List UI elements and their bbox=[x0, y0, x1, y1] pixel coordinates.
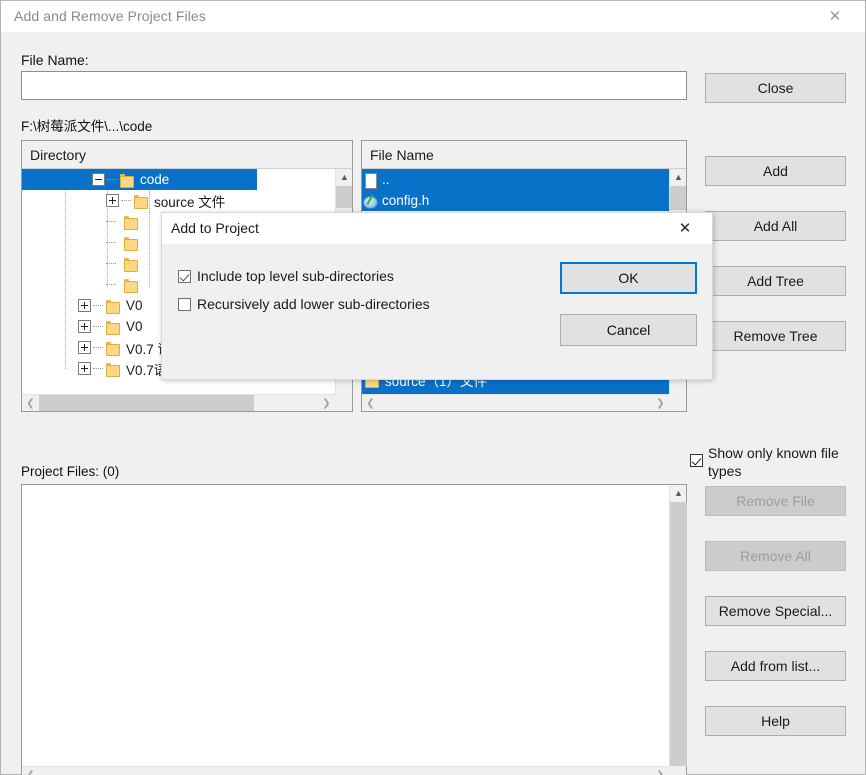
tree-line bbox=[106, 263, 116, 264]
dialog-body: File Name: F:\树莓派文件\...\code Directory c… bbox=[1, 32, 865, 775]
add-from-list-button[interactable]: Add from list... bbox=[705, 651, 846, 681]
ok-button[interactable]: OK bbox=[560, 262, 697, 294]
file-list-item-label: .. bbox=[382, 172, 390, 187]
checkbox-box[interactable] bbox=[178, 297, 191, 311]
folder-icon bbox=[105, 341, 121, 356]
directory-tree-item[interactable]: code bbox=[22, 169, 257, 190]
add-to-project-dialog: Add to Project ✕ Include top level sub-d… bbox=[161, 212, 713, 380]
directory-tree-item-label: V0 bbox=[126, 319, 143, 334]
directory-horizontal-scrollbar[interactable]: ❮ ❯ bbox=[22, 394, 335, 411]
scroll-up-icon[interactable]: ▲ bbox=[670, 485, 687, 502]
folder-icon bbox=[133, 194, 149, 209]
include-top-level-label: Include top level sub-directories bbox=[197, 268, 394, 284]
directory-tree-item-label: V0 bbox=[126, 298, 143, 313]
checkbox-box[interactable] bbox=[178, 269, 191, 283]
scroll-right-icon[interactable]: ❯ bbox=[652, 767, 669, 775]
tree-line bbox=[106, 221, 116, 222]
folder-icon bbox=[119, 173, 135, 188]
window-title: Add and Remove Project Files bbox=[14, 8, 206, 24]
project-files-pane[interactable]: ▲ ▼ ❮ ❯ bbox=[21, 484, 687, 775]
tree-line bbox=[93, 305, 103, 306]
help-button[interactable]: Help bbox=[705, 706, 846, 736]
tree-line bbox=[93, 368, 103, 369]
tree-line bbox=[93, 347, 103, 348]
folder-icon bbox=[123, 278, 139, 293]
tree-line bbox=[106, 242, 116, 243]
add-tree-button[interactable]: Add Tree bbox=[705, 266, 846, 296]
directory-tree-item-label: source 文件 bbox=[154, 194, 226, 210]
expand-icon[interactable] bbox=[78, 299, 91, 312]
scroll-left-icon[interactable]: ❮ bbox=[22, 767, 39, 775]
expand-icon[interactable] bbox=[106, 194, 119, 207]
scroll-left-icon[interactable]: ❮ bbox=[22, 395, 39, 411]
expand-icon[interactable] bbox=[78, 320, 91, 333]
window-title-bar: Add and Remove Project Files ✕ bbox=[1, 1, 865, 32]
recursively-add-label: Recursively add lower sub-directories bbox=[197, 296, 430, 312]
scroll-left-icon[interactable]: ❮ bbox=[362, 395, 379, 411]
file-horizontal-scrollbar[interactable]: ❮ ❯ bbox=[362, 394, 669, 411]
include-top-level-checkbox[interactable]: Include top level sub-directories bbox=[178, 268, 394, 284]
checkbox-box[interactable] bbox=[690, 454, 703, 467]
folder-icon bbox=[105, 299, 121, 314]
project-files-list[interactable] bbox=[22, 485, 669, 766]
project-files-vertical-scrollbar[interactable]: ▲ ▼ bbox=[669, 485, 687, 775]
expand-icon[interactable] bbox=[78, 341, 91, 354]
show-only-known-file-types-checkbox[interactable]: Show only known file types bbox=[690, 444, 850, 480]
remove-file-button: Remove File bbox=[705, 486, 846, 516]
dialog-window: Add and Remove Project Files ✕ File Name… bbox=[0, 0, 866, 775]
file-list-item[interactable]: .. bbox=[362, 169, 669, 190]
scroll-right-icon[interactable]: ❯ bbox=[652, 395, 669, 411]
folder-icon bbox=[123, 215, 139, 230]
add-to-project-title-bar: Add to Project ✕ bbox=[162, 213, 712, 244]
show-only-known-file-types-label: Show only known file types bbox=[708, 445, 839, 479]
add-all-button[interactable]: Add All bbox=[705, 211, 846, 241]
cancel-button[interactable]: Cancel bbox=[560, 314, 697, 346]
scrollbar-thumb[interactable] bbox=[670, 186, 686, 210]
blank-file-icon bbox=[362, 172, 378, 189]
remove-special-button[interactable]: Remove Special... bbox=[705, 596, 846, 626]
expand-icon[interactable] bbox=[78, 362, 91, 375]
scroll-right-icon[interactable]: ❯ bbox=[318, 395, 335, 411]
directory-tree-item[interactable]: source 文件 bbox=[22, 190, 335, 211]
close-icon[interactable]: ✕ bbox=[664, 213, 706, 243]
directory-tree-item-label: code bbox=[140, 172, 170, 187]
recursively-add-checkbox[interactable]: Recursively add lower sub-directories bbox=[178, 296, 430, 312]
add-to-project-title: Add to Project bbox=[171, 220, 259, 236]
scrollbar-thumb[interactable] bbox=[336, 186, 352, 208]
tree-line bbox=[106, 284, 116, 285]
current-path-label: F:\树莓派文件\...\code bbox=[21, 119, 153, 134]
file-list-item-label: config.h bbox=[382, 193, 430, 208]
scrollbar-thumb[interactable] bbox=[670, 502, 687, 766]
directory-pane-header: Directory bbox=[22, 141, 352, 169]
close-button[interactable]: Close bbox=[705, 73, 846, 103]
scroll-up-icon[interactable]: ▲ bbox=[670, 169, 686, 186]
remove-all-button: Remove All bbox=[705, 541, 846, 571]
folder-icon bbox=[105, 362, 121, 377]
folder-icon bbox=[123, 257, 139, 272]
header-file-icon bbox=[362, 193, 378, 209]
file-name-label: File Name: bbox=[21, 52, 89, 68]
file-pane-header: File Name bbox=[362, 141, 686, 169]
file-name-input[interactable] bbox=[21, 71, 687, 100]
file-list-item[interactable]: config.h bbox=[362, 190, 669, 211]
close-icon[interactable]: ✕ bbox=[813, 1, 857, 31]
folder-icon bbox=[105, 320, 121, 335]
scrollbar-thumb[interactable] bbox=[39, 395, 254, 411]
tree-line bbox=[93, 326, 103, 327]
tree-line bbox=[121, 200, 131, 201]
project-files-horizontal-scrollbar[interactable]: ❮ ❯ bbox=[22, 766, 669, 775]
folder-icon bbox=[123, 236, 139, 251]
add-to-project-body: Include top level sub-directories Recurs… bbox=[162, 244, 712, 379]
collapse-icon[interactable] bbox=[92, 173, 105, 186]
tree-line bbox=[107, 179, 117, 180]
remove-tree-button[interactable]: Remove Tree bbox=[705, 321, 846, 351]
scroll-up-icon[interactable]: ▲ bbox=[336, 169, 352, 186]
project-files-label: Project Files: (0) bbox=[21, 464, 120, 479]
add-button[interactable]: Add bbox=[705, 156, 846, 186]
